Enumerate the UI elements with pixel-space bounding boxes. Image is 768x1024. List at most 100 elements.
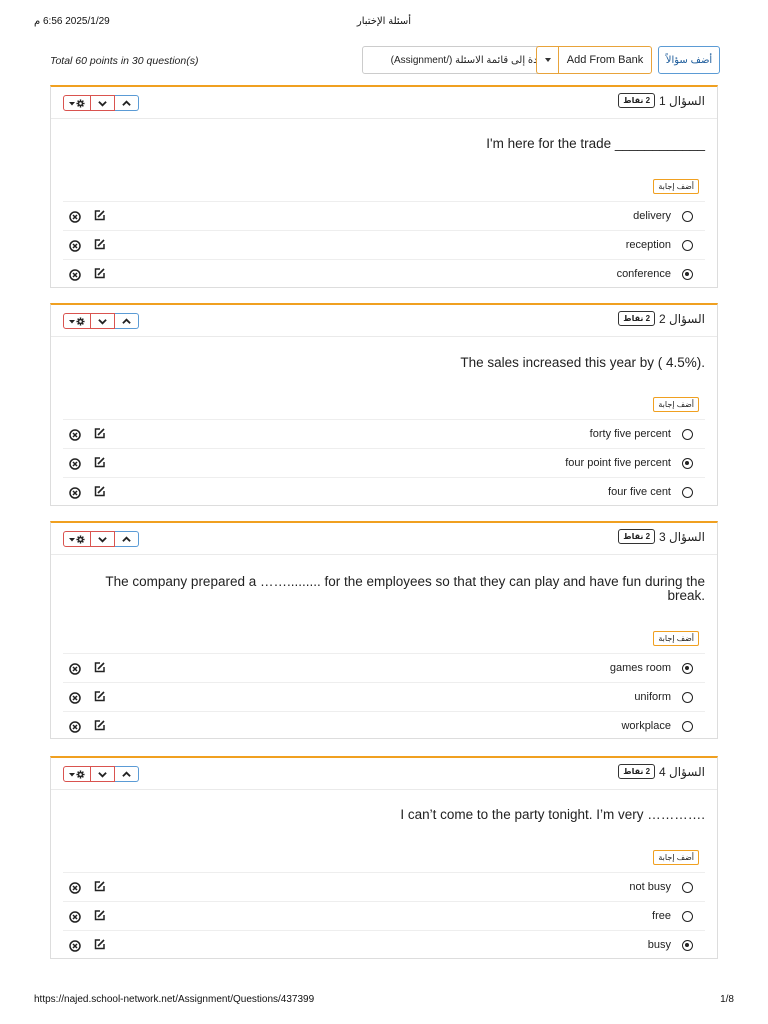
answer-option: delivery	[63, 201, 705, 230]
edit-icon[interactable]	[93, 938, 106, 956]
delete-circle-icon[interactable]	[69, 268, 81, 286]
chevron-up-icon	[122, 770, 131, 778]
question-controls	[63, 531, 139, 547]
question-text: The company prepared a ……......... for t…	[105, 574, 705, 603]
question-card: السؤال 32 نقاط The company prepared a …….…	[50, 521, 718, 739]
caret-down-icon	[544, 58, 551, 62]
question-controls	[63, 766, 139, 782]
print-footer: https://najed.school-network.net/Assignm…	[0, 994, 768, 1008]
answer-option: games room	[63, 653, 705, 682]
question-card: السؤال 12 نقاط I'm here for the trade ___…	[50, 85, 718, 288]
answer-radio[interactable]	[682, 211, 693, 222]
question-label-group: السؤال 32 نقاط	[616, 529, 705, 544]
settings-dropdown-button[interactable]	[63, 313, 91, 329]
caret-down-icon	[69, 319, 75, 324]
caret-down-icon	[69, 101, 75, 106]
toolbar: Total 60 points in 30 question(s) العودة…	[50, 46, 720, 74]
answer-radio[interactable]	[682, 487, 693, 498]
edit-icon[interactable]	[93, 880, 106, 898]
answer-option: not busy	[63, 872, 705, 901]
settings-dropdown-button[interactable]	[63, 766, 91, 782]
answer-radio[interactable]	[682, 429, 693, 440]
settings-dropdown-button[interactable]	[63, 95, 91, 111]
answer-option: conference	[63, 259, 705, 288]
answer-text: delivery	[633, 210, 671, 222]
delete-circle-icon[interactable]	[69, 662, 81, 680]
caret-down-icon	[69, 537, 75, 542]
delete-circle-icon[interactable]	[69, 239, 81, 257]
answer-text: four point five percent	[565, 457, 671, 469]
settings-dropdown-button[interactable]	[63, 531, 91, 547]
answer-option: busy	[63, 930, 705, 959]
delete-circle-icon[interactable]	[69, 720, 81, 738]
delete-circle-icon[interactable]	[69, 939, 81, 957]
move-down-button[interactable]	[91, 531, 115, 547]
print-url: https://najed.school-network.net/Assignm…	[34, 994, 315, 1005]
chevron-down-icon	[98, 100, 107, 107]
delete-circle-icon[interactable]	[69, 881, 81, 899]
points-badge: 2 نقاط	[618, 529, 656, 544]
answer-radio[interactable]	[682, 882, 693, 893]
answer-text: not busy	[629, 881, 671, 893]
edit-icon[interactable]	[93, 267, 106, 285]
question-text: I can’t come to the party tonight. I’m v…	[400, 807, 705, 822]
edit-icon[interactable]	[93, 238, 106, 256]
answer-option: four point five percent	[63, 448, 705, 477]
answer-text: uniform	[634, 691, 671, 703]
chevron-down-icon	[98, 318, 107, 325]
answer-option: free	[63, 901, 705, 930]
move-up-button[interactable]	[115, 95, 139, 111]
question-card: السؤال 22 نقاط The sales increased this y…	[50, 303, 718, 506]
question-header: السؤال 32 نقاط	[51, 523, 717, 555]
answer-option: four five cent	[63, 477, 705, 506]
answer-radio[interactable]	[682, 269, 693, 280]
edit-icon[interactable]	[93, 690, 106, 708]
question-header: السؤال 12 نقاط	[51, 87, 717, 119]
move-up-button[interactable]	[115, 313, 139, 329]
total-points-text: Total 60 points in 30 question(s)	[50, 55, 199, 67]
answer-radio[interactable]	[682, 692, 693, 703]
add-question-button[interactable]: أضف سؤالاً	[658, 46, 720, 74]
move-up-button[interactable]	[115, 531, 139, 547]
move-up-button[interactable]	[115, 766, 139, 782]
add-answer-button[interactable]: أضف إجابة	[653, 631, 699, 646]
question-text: I'm here for the trade ____________	[486, 136, 705, 151]
delete-circle-icon[interactable]	[69, 486, 81, 504]
answer-text: forty five percent	[589, 428, 671, 440]
answer-radio[interactable]	[682, 911, 693, 922]
delete-circle-icon[interactable]	[69, 910, 81, 928]
chevron-up-icon	[122, 317, 131, 325]
answer-radio[interactable]	[682, 663, 693, 674]
question-number: السؤال 1	[659, 93, 705, 108]
add-answer-button[interactable]: أضف إجابة	[653, 850, 699, 865]
chevron-down-icon	[98, 536, 107, 543]
add-from-bank-dropdown-toggle[interactable]	[536, 46, 558, 74]
add-answer-button[interactable]: أضف إجابة	[653, 397, 699, 412]
answer-radio[interactable]	[682, 240, 693, 251]
chevron-down-icon	[98, 771, 107, 778]
answer-radio[interactable]	[682, 940, 693, 951]
move-down-button[interactable]	[91, 313, 115, 329]
add-answer-button[interactable]: أضف إجابة	[653, 179, 699, 194]
question-controls	[63, 313, 139, 329]
question-number: السؤال 2	[659, 311, 705, 326]
move-down-button[interactable]	[91, 766, 115, 782]
edit-icon[interactable]	[93, 209, 106, 227]
answer-radio[interactable]	[682, 721, 693, 732]
edit-icon[interactable]	[93, 719, 106, 737]
edit-icon[interactable]	[93, 485, 106, 503]
delete-circle-icon[interactable]	[69, 457, 81, 475]
delete-circle-icon[interactable]	[69, 210, 81, 228]
edit-icon[interactable]	[93, 427, 106, 445]
move-down-button[interactable]	[91, 95, 115, 111]
edit-icon[interactable]	[93, 661, 106, 679]
answer-text: reception	[625, 239, 671, 251]
delete-circle-icon[interactable]	[69, 428, 81, 446]
answer-radio[interactable]	[682, 458, 693, 469]
delete-circle-icon[interactable]	[69, 691, 81, 709]
add-from-bank-button[interactable]: Add From Bank	[558, 46, 652, 74]
print-page-number: 1/8	[720, 994, 734, 1005]
edit-icon[interactable]	[93, 456, 106, 474]
gear-icon	[76, 98, 85, 108]
edit-icon[interactable]	[93, 909, 106, 927]
